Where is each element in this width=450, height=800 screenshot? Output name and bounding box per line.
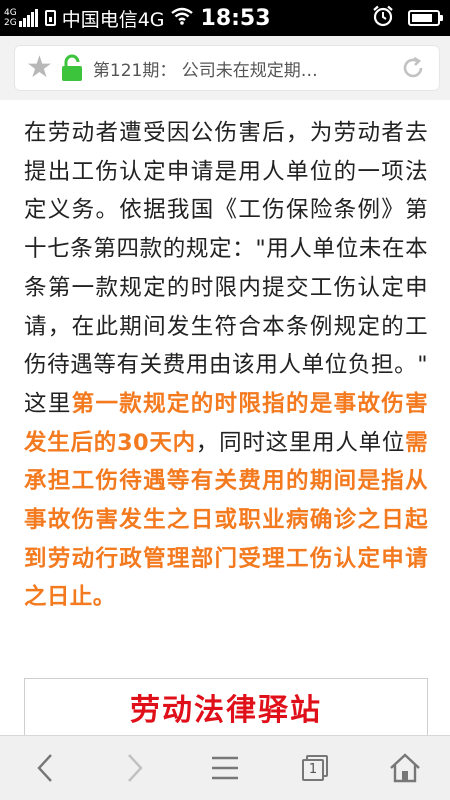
article-text: ，同时这里用人单位 — [195, 429, 406, 456]
back-button[interactable] — [15, 736, 75, 800]
network-type-top: 4G — [4, 8, 17, 18]
alarm-icon — [372, 5, 394, 31]
web-content: 在劳动者遭受因公伤害后，为劳动者去提出工伤认定申请是用人单位的一项法定义务。依据… — [0, 100, 450, 740]
menu-button[interactable] — [195, 736, 255, 800]
status-bar: 4G 2G 中国电信4G 18:53 — [0, 0, 450, 36]
home-icon — [390, 753, 420, 783]
url-field[interactable]: ★ 第121期： 公司未在规定期… — [14, 45, 440, 91]
chevron-right-icon — [128, 754, 143, 782]
network-type-bottom: 2G — [4, 18, 17, 28]
page-title: 第121期： 公司未在规定期… — [92, 60, 318, 81]
status-right — [372, 0, 443, 36]
chevron-left-icon — [37, 754, 52, 782]
sim-card-icon — [44, 10, 56, 26]
banner-image[interactable]: 劳动法律驿站 ▬▬▬ ▬▬▬ ▬▬ ▬▬▬ ▬▬▬ — [24, 678, 428, 740]
tab-count: 1 — [302, 759, 324, 781]
article-text: 在劳动者遭受因公伤害后，为劳动者去提出工伤认定申请是用人单位的一项法定义务。依据… — [24, 120, 428, 417]
refresh-icon[interactable] — [400, 55, 426, 85]
highlighted-text: 需承担工伤待遇等有关费用的期间是指从事故伤害发生之日或职业病确诊之日起到劳动行政… — [24, 429, 428, 611]
tabs-button[interactable]: 1 — [285, 736, 345, 800]
battery-fill — [412, 14, 433, 22]
article-body: 在劳动者遭受因公伤害后，为劳动者去提出工伤认定申请是用人单位的一项法定义务。依据… — [0, 100, 450, 617]
browser-screen: 4G 2G 中国电信4G 18:53 ★ 第121期： 公司未在规定期… 在劳动… — [0, 0, 450, 800]
bookmark-star-icon[interactable]: ★ — [26, 53, 53, 83]
secure-lock-icon[interactable] — [61, 54, 83, 82]
clock-time: 18:53 — [200, 5, 271, 31]
wifi-icon — [170, 7, 193, 29]
address-bar: ★ 第121期： 公司未在规定期… — [0, 36, 450, 101]
menu-icon — [212, 756, 238, 780]
signal-icon — [18, 9, 39, 27]
network-type: 4G 2G — [4, 8, 17, 28]
battery-icon — [408, 10, 443, 26]
home-button[interactable] — [375, 736, 435, 800]
status-left: 4G 2G 中国电信4G 18:53 — [0, 0, 271, 36]
forward-button[interactable] — [105, 736, 165, 800]
carrier-name: 中国电信4G — [61, 8, 165, 31]
tabs-icon: 1 — [302, 755, 328, 781]
banner-title: 劳动法律驿站 — [130, 693, 322, 728]
browser-toolbar: 1 — [0, 735, 450, 800]
